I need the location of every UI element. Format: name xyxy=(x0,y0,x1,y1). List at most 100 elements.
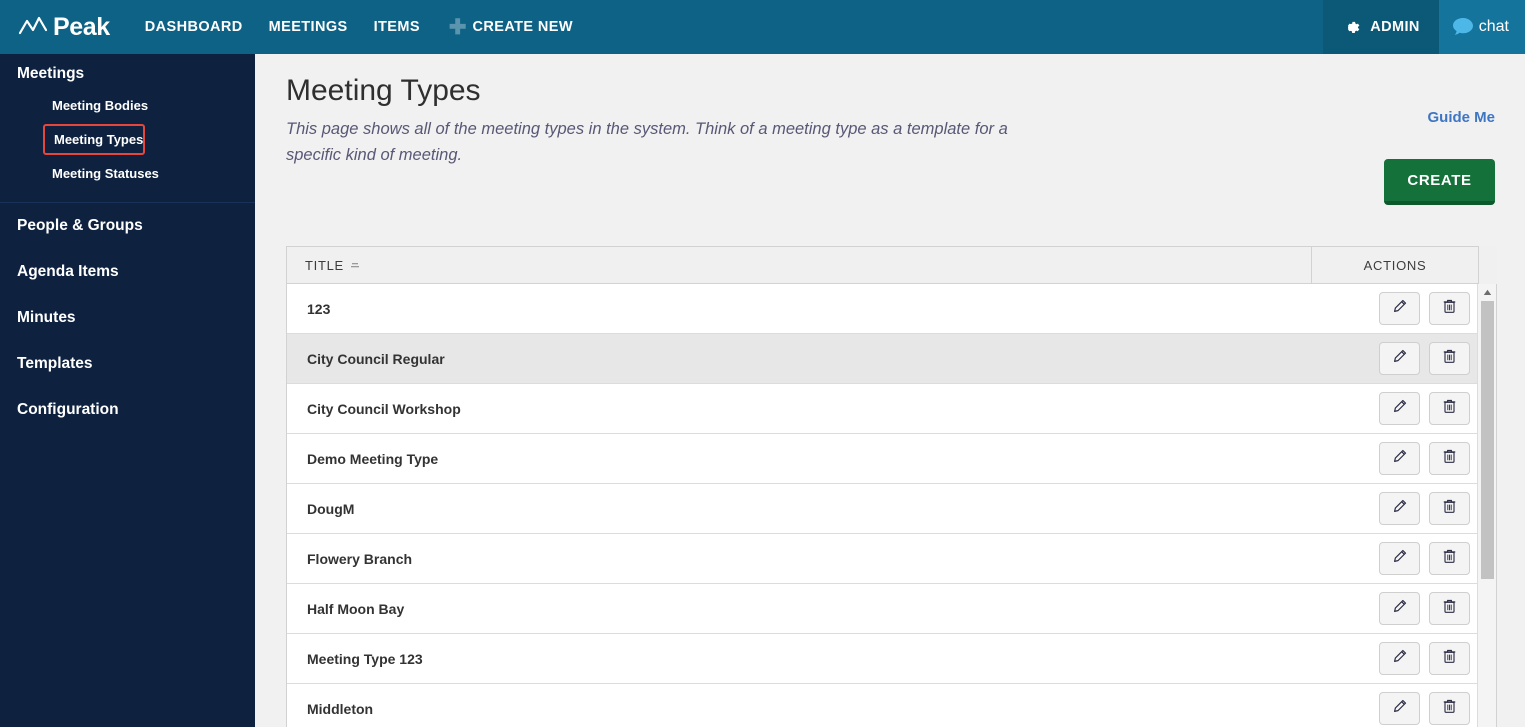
table-header-row: TITLE ACTIONS xyxy=(286,246,1497,284)
app-logo-text: Peak xyxy=(53,12,110,41)
row-actions xyxy=(1310,642,1496,675)
row-actions xyxy=(1310,292,1496,325)
column-header-actions: ACTIONS xyxy=(1311,246,1478,284)
delete-button[interactable] xyxy=(1429,642,1470,675)
edit-button[interactable] xyxy=(1379,692,1420,725)
edit-button[interactable] xyxy=(1379,642,1420,675)
sidebar-item-meeting-bodies[interactable]: Meeting Bodies xyxy=(0,90,255,121)
column-header-title[interactable]: TITLE xyxy=(287,258,1311,273)
delete-button[interactable] xyxy=(1429,292,1470,325)
pencil-icon xyxy=(1392,349,1407,369)
sidebar: Meetings Meeting Bodies Meeting Types Me… xyxy=(0,54,255,727)
column-header-title-label: TITLE xyxy=(305,257,344,273)
chat-label: chat xyxy=(1478,18,1509,35)
trash-icon xyxy=(1442,548,1457,569)
table-scrollbar[interactable] xyxy=(1477,284,1496,727)
edit-button[interactable] xyxy=(1379,542,1420,575)
pencil-icon xyxy=(1392,599,1407,619)
row-title: Meeting Type 123 xyxy=(307,650,423,667)
page-title: Meeting Types xyxy=(286,74,481,107)
pencil-icon xyxy=(1392,549,1407,569)
delete-button[interactable] xyxy=(1429,692,1470,725)
app-logo[interactable]: Peak xyxy=(18,0,110,54)
pencil-icon xyxy=(1392,449,1407,469)
trash-icon xyxy=(1442,398,1457,419)
row-title: Half Moon Bay xyxy=(307,600,405,617)
table-row[interactable]: Meeting Type 123 xyxy=(287,634,1496,684)
row-actions xyxy=(1310,492,1496,525)
nav-dashboard[interactable]: DASHBOARD xyxy=(132,0,256,54)
topbar-right-group: ADMIN chat xyxy=(1323,0,1525,54)
row-title: 123 xyxy=(307,300,331,317)
delete-button[interactable] xyxy=(1429,592,1470,625)
delete-button[interactable] xyxy=(1429,442,1470,475)
row-title: Middleton xyxy=(307,700,374,717)
sidebar-item-configuration[interactable]: Configuration xyxy=(0,387,255,433)
table-row[interactable]: Half Moon Bay xyxy=(287,584,1496,634)
edit-button[interactable] xyxy=(1379,292,1420,325)
edit-button[interactable] xyxy=(1379,442,1420,475)
trash-icon xyxy=(1442,498,1457,519)
row-actions xyxy=(1310,542,1496,575)
sidebar-item-templates[interactable]: Templates xyxy=(0,341,255,387)
table-row[interactable]: City Council Regular xyxy=(287,334,1496,384)
edit-button[interactable] xyxy=(1379,492,1420,525)
sidebar-item-meeting-statuses[interactable]: Meeting Statuses xyxy=(0,158,255,189)
chat-button[interactable]: chat xyxy=(1438,0,1525,54)
row-title: Demo Meeting Type xyxy=(307,450,439,467)
pencil-icon xyxy=(1392,499,1407,519)
scrollbar-thumb[interactable] xyxy=(1481,301,1494,579)
table-row[interactable]: DougM xyxy=(287,484,1496,534)
nav-create-new[interactable]: CREATE NEW xyxy=(469,0,586,54)
table-row[interactable]: Middleton xyxy=(287,684,1496,727)
page-description: This page shows all of the meeting types… xyxy=(286,120,1008,164)
row-title: Flowery Branch xyxy=(307,550,413,567)
pencil-icon xyxy=(1392,299,1407,319)
edit-button[interactable] xyxy=(1379,592,1420,625)
trash-icon xyxy=(1442,298,1457,319)
guide-me-link[interactable]: Guide Me xyxy=(1427,109,1495,126)
row-actions xyxy=(1310,342,1496,375)
gear-icon xyxy=(1342,18,1361,37)
delete-button[interactable] xyxy=(1429,392,1470,425)
nav-items[interactable]: ITEMS xyxy=(361,0,433,54)
delete-button[interactable] xyxy=(1429,492,1470,525)
table-row[interactable]: Demo Meeting Type xyxy=(287,434,1496,484)
row-title: City Council Workshop xyxy=(307,400,461,417)
admin-label: ADMIN xyxy=(1370,19,1420,35)
delete-button[interactable] xyxy=(1429,342,1470,375)
row-actions xyxy=(1310,592,1496,625)
scroll-up-arrow-icon[interactable] xyxy=(1478,284,1496,300)
sidebar-item-people-and-groups[interactable]: People & Groups xyxy=(0,203,255,249)
trash-icon xyxy=(1442,348,1457,369)
admin-button[interactable]: ADMIN xyxy=(1323,0,1439,54)
table-row[interactable]: Flowery Branch xyxy=(287,534,1496,584)
create-button[interactable]: CREATE xyxy=(1384,159,1495,205)
sidebar-item-agenda-items[interactable]: Agenda Items xyxy=(0,249,255,295)
sort-icon xyxy=(350,260,360,270)
sidebar-group-meetings[interactable]: Meetings xyxy=(0,54,255,90)
row-title: City Council Regular xyxy=(307,350,445,367)
edit-button[interactable] xyxy=(1379,342,1420,375)
sidebar-item-meeting-types[interactable]: Meeting Types xyxy=(43,124,146,155)
row-actions xyxy=(1310,442,1496,475)
delete-button[interactable] xyxy=(1429,542,1470,575)
table-header-scroll-pad xyxy=(1478,246,1497,284)
table-row[interactable]: 123 xyxy=(287,284,1496,334)
nav-meetings[interactable]: MEETINGS xyxy=(256,0,361,54)
trash-icon xyxy=(1442,448,1457,469)
edit-button[interactable] xyxy=(1379,392,1420,425)
row-actions xyxy=(1310,392,1496,425)
meeting-types-table: TITLE ACTIONS 123 City Council Regular Cit… xyxy=(286,246,1497,727)
trash-icon xyxy=(1442,648,1457,669)
main-content: Meeting Types This page shows all of the… xyxy=(255,54,1525,727)
table-row[interactable]: City Council Workshop xyxy=(287,384,1496,434)
speech-bubble-icon xyxy=(1451,15,1477,39)
trash-icon xyxy=(1442,598,1457,619)
pencil-icon xyxy=(1392,699,1407,719)
sidebar-item-minutes[interactable]: Minutes xyxy=(0,295,255,341)
plus-icon[interactable]: ✚ xyxy=(433,0,469,54)
pencil-icon xyxy=(1392,399,1407,419)
table-rows-container: 123 City Council Regular City Council Work… xyxy=(287,284,1496,727)
trash-icon xyxy=(1442,698,1457,719)
